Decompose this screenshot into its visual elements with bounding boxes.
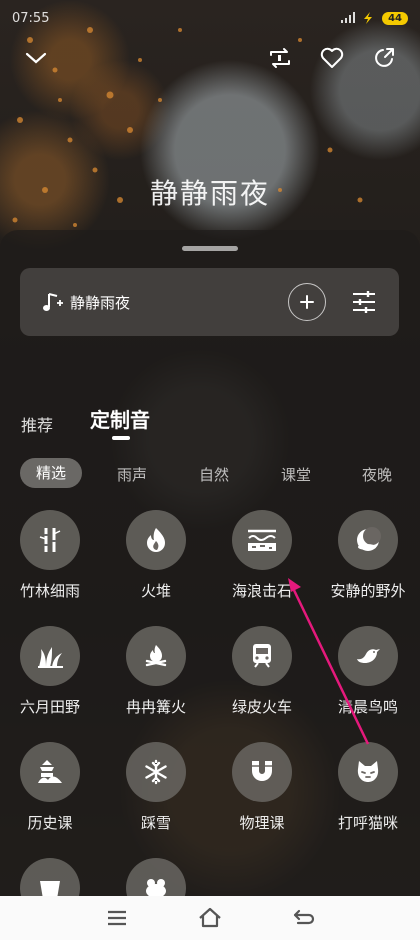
sound-label: 竹林细雨: [19, 582, 80, 600]
sound-item-waves-on-rocks[interactable]: 海浪击石: [208, 510, 318, 610]
status-time: 07:55: [12, 10, 50, 26]
status-bar: 07:55 44: [0, 0, 420, 36]
sound-item-snow-steps[interactable]: 踩雪: [102, 742, 212, 842]
waves-icon: [248, 529, 276, 551]
temple-icon: [38, 760, 62, 783]
sound-item-bonfire[interactable]: 冉冉篝火: [102, 626, 212, 726]
home-icon[interactable]: [197, 906, 223, 930]
sound-item-june-field[interactable]: 六月田野: [0, 626, 106, 726]
system-nav-bar: [0, 896, 420, 940]
snowflake-icon: [145, 759, 167, 785]
sound-item-partial[interactable]: [0, 858, 106, 896]
magnet-icon: [252, 761, 272, 781]
cat-icon: [357, 761, 379, 782]
collapse-chevron-icon[interactable]: [20, 42, 52, 74]
current-track-card: 静静雨夜: [20, 268, 399, 336]
sound-label: 安静的野外: [330, 582, 406, 600]
category-filter: 精选 雨声 自然 课堂 夜晚: [0, 458, 420, 492]
sound-label: 六月田野: [19, 698, 80, 716]
sound-item-morning-birds[interactable]: 清晨鸟鸣: [314, 626, 420, 726]
sound-label: 火堆: [140, 582, 171, 600]
active-tab-indicator: [112, 436, 130, 440]
curtain-icon: [40, 881, 60, 896]
sound-item-quiet-wild[interactable]: 安静的野外: [314, 510, 420, 610]
page-title: 静静雨夜: [149, 177, 270, 210]
sound-label: 海浪击石: [231, 582, 292, 600]
add-sound-button[interactable]: [288, 283, 326, 321]
sound-item-history-class[interactable]: 历史课: [0, 742, 106, 842]
campfire-icon: [145, 645, 167, 667]
train-icon: [253, 644, 271, 668]
mixer-sliders-icon[interactable]: [350, 288, 378, 316]
tab-recommend[interactable]: 推荐: [21, 412, 53, 436]
category-night[interactable]: 夜晚: [362, 464, 392, 485]
sound-item-purring-cat[interactable]: 打呼猫咪: [314, 742, 420, 842]
category-featured[interactable]: 精选: [20, 458, 82, 488]
signal-icon: [341, 12, 356, 23]
sound-item-partial[interactable]: [102, 858, 212, 896]
track-name: 静静雨夜: [70, 294, 131, 312]
bird-icon: [357, 649, 380, 663]
sound-label: 踩雪: [140, 814, 171, 832]
sound-label: 历史课: [27, 814, 73, 832]
tab-bar: 推荐 定制音: [0, 404, 420, 444]
plus-icon: [300, 295, 314, 309]
sheet-drag-handle[interactable]: [182, 246, 238, 251]
back-icon[interactable]: [290, 906, 316, 930]
sound-item-campfire[interactable]: 火堆: [102, 510, 212, 610]
category-rain[interactable]: 雨声: [117, 464, 147, 485]
charging-icon: [364, 12, 373, 24]
sound-item-physics-class[interactable]: 物理课: [208, 742, 318, 842]
music-note-icon: [43, 293, 63, 311]
sound-item-green-train[interactable]: 绿皮火车: [208, 626, 318, 726]
moon-icon: [357, 527, 381, 551]
sound-label: 绿皮火车: [231, 698, 292, 716]
battery-indicator: 44: [382, 11, 408, 25]
sound-label: 清晨鸟鸣: [337, 698, 398, 716]
share-icon[interactable]: [368, 42, 400, 74]
frog-icon: [146, 879, 166, 896]
category-nature[interactable]: 自然: [199, 464, 229, 485]
top-bar: [0, 42, 420, 78]
sound-label: 冉冉篝火: [125, 698, 186, 716]
tab-custom-sound[interactable]: 定制音: [90, 404, 150, 433]
favorite-heart-icon[interactable]: [316, 42, 348, 74]
fire-icon: [147, 528, 165, 552]
grass-icon: [38, 647, 63, 668]
bamboo-icon: [39, 528, 61, 552]
sound-label: 打呼猫咪: [337, 814, 398, 832]
sound-item-bamboo-rain[interactable]: 竹林细雨: [0, 510, 106, 610]
category-classroom[interactable]: 课堂: [281, 464, 311, 485]
loop-icon[interactable]: [264, 42, 296, 74]
sound-label: 物理课: [239, 814, 285, 832]
menu-icon[interactable]: [104, 906, 130, 930]
